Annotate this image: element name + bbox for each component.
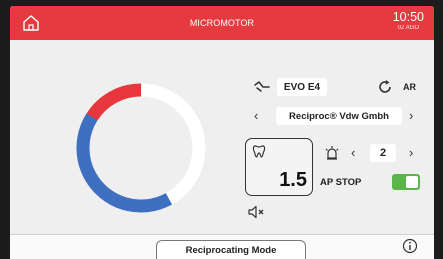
ring-red-segment [76,83,206,213]
rotation-label[interactable]: AR [403,82,416,92]
device-screen: MICROMOTOR 10:50 02 AGO EVO E4 AR ‹ Reci… [10,6,434,259]
footer-bar: Reciprocating Mode [10,234,434,259]
apex-level-down-icon[interactable]: ‹ [351,146,355,160]
speed-ring-gauge [76,83,206,213]
torque-value: 1.5 [279,169,307,191]
speaker-muted-icon[interactable] [248,205,266,219]
apex-level-up-icon[interactable]: › [409,146,413,160]
chevron-right-icon[interactable]: › [409,109,413,123]
torque-panel[interactable]: 1.5 [245,138,313,196]
chevron-left-icon[interactable]: ‹ [254,109,258,123]
header-bar: MICROMOTOR 10:50 02 AGO [10,6,434,40]
ring-blue-segment [76,83,206,213]
ap-stop-toggle[interactable] [392,174,420,190]
handpiece-icon [254,81,270,92]
motor-selector[interactable]: EVO E4 [277,78,327,96]
screen-title: MICROMOTOR [189,18,255,28]
clock: 10:50 02 AGO [393,11,424,33]
apex-level-value: 2 [370,144,396,162]
apex-alarm-icon [325,146,339,160]
toggle-knob [406,176,418,188]
clock-time: 10:50 [392,10,424,24]
clock-date: 02 AGO [397,25,420,31]
tooth-icon [252,145,266,158]
rotate-icon[interactable] [377,79,393,95]
mode-button[interactable]: Reciprocating Mode [156,240,306,259]
ap-stop-label: AP STOP [320,177,362,188]
info-icon[interactable] [402,238,418,254]
file-system-selector[interactable]: Reciproc® Vdw Gmbh [276,107,402,125]
